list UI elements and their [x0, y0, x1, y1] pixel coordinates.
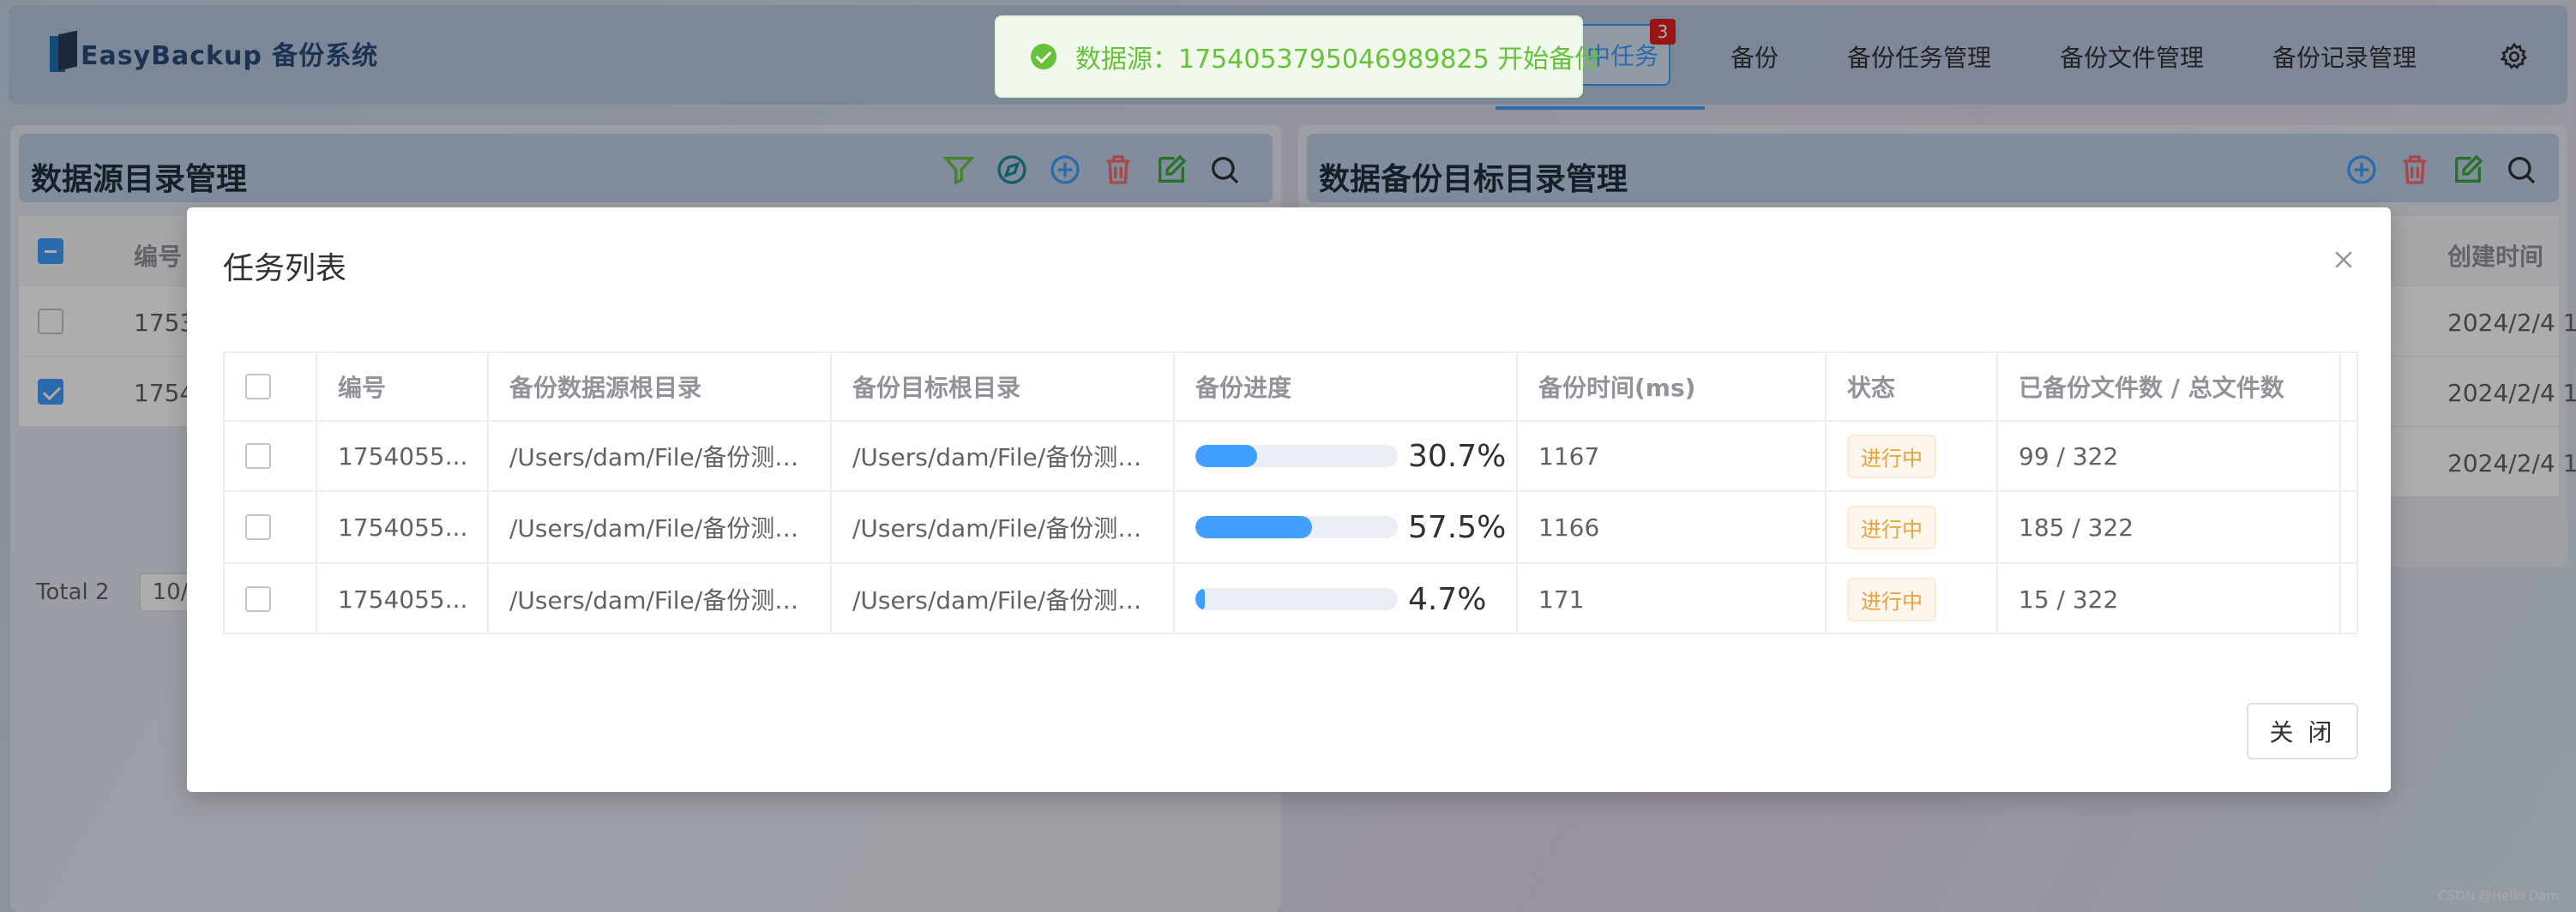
task-id-cell: 1754055... [317, 422, 489, 490]
progress-bar [1195, 588, 1398, 610]
task-id-cell: 1754055... [317, 564, 489, 634]
progress-bar [1195, 516, 1398, 538]
progress-percent: 4.7% [1408, 581, 1487, 617]
progress-bar [1195, 445, 1398, 467]
task-list-dialog: 任务列表 编号 备份数据源根目录 备份目标根目录 备份进度 备份时间(ms) 状… [187, 207, 2391, 792]
file-count: 185 / 322 [1998, 492, 2341, 562]
progress-indicator: 30.7% [1195, 439, 1516, 474]
status-badge: 进行中 [1847, 434, 1936, 478]
source-root: /Users/dam/File/备份测试... [509, 514, 822, 543]
status-badge: 进行中 [1847, 505, 1936, 549]
column-header-progress: 备份进度 [1175, 353, 1518, 420]
file-count: 99 / 322 [1998, 422, 2341, 490]
close-icon[interactable] [2331, 247, 2356, 273]
progress-percent: 30.7% [1408, 438, 1507, 474]
row-checkbox[interactable] [245, 443, 271, 469]
backup-time: 1166 [1518, 492, 1827, 562]
checkbox-cell [225, 492, 317, 562]
header-checkbox-cell [225, 353, 317, 420]
column-header-backup-time: 备份时间(ms) [1518, 353, 1827, 420]
task-table: 编号 备份数据源根目录 备份目标根目录 备份进度 备份时间(ms) 状态 已备份… [223, 351, 2358, 634]
target-root-cell: /Users/dam/File/备份测试... [832, 422, 1175, 490]
source-root: /Users/dam/File/备份测试... [509, 443, 822, 471]
progress-bar-fill [1195, 445, 1258, 467]
row-checkbox[interactable] [245, 586, 271, 612]
status-cell: 进行中 [1827, 422, 1998, 490]
progress-percent: 57.5% [1408, 509, 1507, 545]
file-count: 15 / 322 [1998, 564, 2341, 634]
dialog-title: 任务列表 [223, 251, 347, 286]
column-header-status: 状态 [1827, 353, 1998, 420]
progress-cell: 4.7% [1175, 564, 1518, 634]
row-checkbox[interactable] [245, 514, 271, 540]
column-header-source-root: 备份数据源根目录 [489, 353, 832, 420]
checkbox-cell [225, 564, 317, 634]
table-row[interactable]: 1754055... /Users/dam/File/备份测试... /User… [225, 422, 2356, 492]
target-root: /Users/dam/File/备份测试... [852, 514, 1165, 543]
backup-time: 171 [1518, 564, 1827, 634]
table-row[interactable]: 1754055... /Users/dam/File/备份测试... /User… [225, 564, 2356, 634]
column-header-target-root: 备份目标根目录 [832, 353, 1175, 420]
task-id: 1754055... [338, 441, 468, 471]
task-id-cell: 1754055... [317, 492, 489, 562]
progress-bar-fill [1195, 588, 1206, 610]
target-root: /Users/dam/File/备份测试... [852, 586, 1165, 615]
progress-bar-fill [1195, 516, 1312, 538]
progress-cell: 30.7% [1175, 422, 1518, 490]
backup-time: 1167 [1518, 422, 1827, 490]
status-cell: 进行中 [1827, 492, 1998, 562]
success-toast: 数据源：1754053795046989825 开始备份 [995, 15, 1600, 98]
watermark: CSDN @Hello Dam [2438, 888, 2559, 903]
target-root: /Users/dam/File/备份测试... [852, 443, 1165, 471]
column-header-file-count: 已备份文件数 / 总文件数 [1998, 353, 2341, 420]
progress-indicator: 57.5% [1195, 510, 1516, 545]
status-cell: 进行中 [1827, 564, 1998, 634]
task-id: 1754055... [338, 585, 468, 614]
source-root: /Users/dam/File/备份测试... [509, 586, 822, 615]
progress-indicator: 4.7% [1195, 582, 1516, 617]
target-root-cell: /Users/dam/File/备份测试... [832, 492, 1175, 562]
status-badge: 进行中 [1847, 577, 1936, 621]
task-table-header-row: 编号 备份数据源根目录 备份目标根目录 备份进度 备份时间(ms) 状态 已备份… [225, 353, 2356, 422]
progress-cell: 57.5% [1175, 492, 1518, 562]
target-root-cell: /Users/dam/File/备份测试... [832, 564, 1175, 634]
select-all-checkbox[interactable] [245, 374, 271, 399]
source-root-cell: /Users/dam/File/备份测试... [489, 564, 832, 634]
task-id: 1754055... [338, 513, 468, 542]
close-button[interactable]: 关 闭 [2247, 703, 2358, 759]
table-row[interactable]: 1754055... /Users/dam/File/备份测试... /User… [225, 492, 2356, 564]
source-root-cell: /Users/dam/File/备份测试... [489, 492, 832, 562]
source-root-cell: /Users/dam/File/备份测试... [489, 422, 832, 490]
checkbox-cell [225, 422, 317, 490]
toast-message: 数据源：1754053795046989825 开始备份 [1075, 45, 1601, 75]
column-header-id: 编号 [317, 353, 489, 420]
success-check-icon [1031, 44, 1056, 69]
